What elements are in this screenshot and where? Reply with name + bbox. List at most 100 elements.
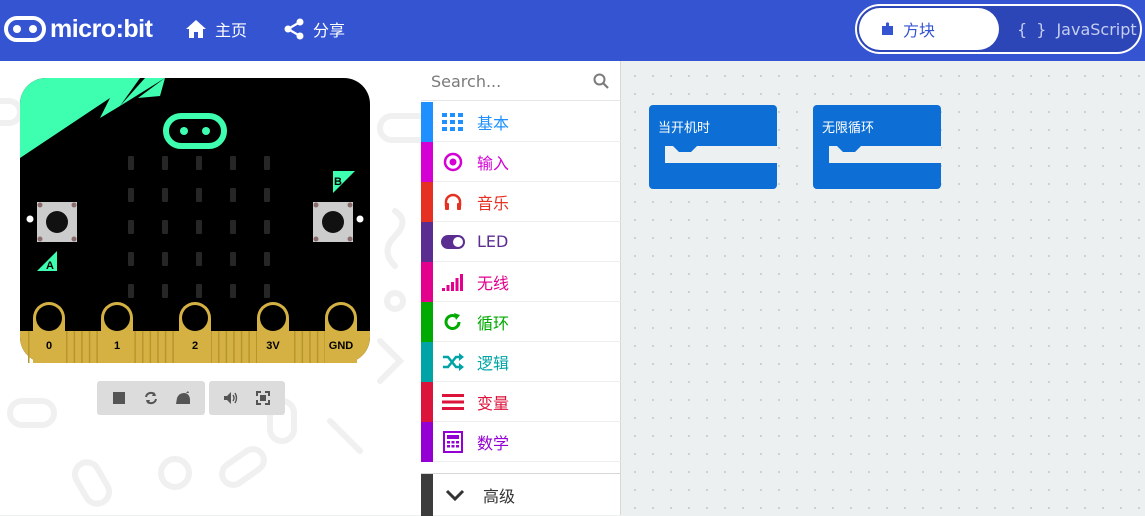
top-menu-bar: micro:bit 主页 分享 方块 { } JavaScript xyxy=(0,0,1145,61)
led-pixel xyxy=(264,252,270,266)
led-pixel xyxy=(128,284,134,298)
logo-text: micro:bit xyxy=(50,14,153,43)
pin-label: 2 xyxy=(192,340,198,352)
restart-button[interactable] xyxy=(135,381,167,415)
led-pixel xyxy=(196,252,202,266)
category-loops[interactable]: 循环 xyxy=(421,301,621,342)
led-pixel xyxy=(162,220,168,234)
search-icon[interactable] xyxy=(593,73,609,89)
pin-label: GND xyxy=(329,340,354,352)
lines-icon xyxy=(441,390,465,414)
shuffle-icon xyxy=(441,350,465,374)
category-label: 输入 xyxy=(477,153,510,173)
category-input[interactable]: 输入 xyxy=(421,141,621,182)
led-pixel xyxy=(230,284,236,298)
slow-motion-icon xyxy=(176,391,190,404)
led-pixel xyxy=(128,188,134,202)
category-label: 无线 xyxy=(477,273,510,293)
toggle-icon xyxy=(441,230,465,254)
pin-label: 3V xyxy=(266,340,280,352)
led-pixel xyxy=(162,284,168,298)
home-button[interactable]: 主页 xyxy=(185,17,247,41)
category-music[interactable]: 音乐 xyxy=(421,181,621,222)
category-radio[interactable]: 无线 xyxy=(421,261,621,302)
led-pixel xyxy=(128,220,134,234)
category-label: 循环 xyxy=(477,313,510,333)
stop-button[interactable] xyxy=(103,381,135,415)
category-advanced[interactable]: 高级 xyxy=(421,473,621,516)
led-pixel xyxy=(196,188,202,202)
share-label: 分享 xyxy=(313,21,346,40)
category-label: 逻辑 xyxy=(477,353,510,373)
blocks-workspace[interactable]: 当开机时 无限循环 xyxy=(622,61,1145,515)
editor-toggle: 方块 { } JavaScript xyxy=(855,4,1142,54)
forever-block[interactable]: 无限循环 xyxy=(813,105,943,191)
microbit-logo[interactable]: micro:bit xyxy=(4,14,153,44)
fullscreen-icon xyxy=(256,391,270,405)
category-basic[interactable]: 基本 xyxy=(421,101,621,142)
puzzle-icon xyxy=(882,22,893,35)
input-icon xyxy=(441,150,465,174)
simulator-toolbar xyxy=(97,381,285,415)
pin-label: 0 xyxy=(46,340,52,352)
category-label: 变量 xyxy=(477,393,510,413)
pin-gnd[interactable]: GND xyxy=(325,302,357,363)
led-pixel xyxy=(162,252,168,266)
pin-label: 1 xyxy=(114,340,120,352)
blocks-editor-button[interactable]: 方块 xyxy=(859,8,999,50)
headphones-icon xyxy=(441,190,465,214)
javascript-editor-button[interactable]: { } JavaScript xyxy=(1017,8,1137,50)
block-label: 无限循环 xyxy=(822,121,875,136)
category-variables[interactable]: 变量 xyxy=(421,381,621,422)
category-logic[interactable]: 逻辑 xyxy=(421,341,621,382)
led-pixel xyxy=(128,252,134,266)
button-a[interactable] xyxy=(37,202,77,242)
led-pixel xyxy=(196,284,202,298)
category-label: 音乐 xyxy=(477,193,510,213)
button-a-label: A xyxy=(46,260,54,272)
chevron-down-icon xyxy=(445,489,465,501)
signal-icon xyxy=(441,270,465,294)
led-pixel xyxy=(230,156,236,170)
slow-motion-button[interactable] xyxy=(167,381,199,415)
share-icon xyxy=(284,18,304,40)
button-b-label: B xyxy=(334,176,342,188)
led-pixel xyxy=(230,252,236,266)
category-math[interactable]: 数学 xyxy=(421,421,621,462)
pin-2[interactable]: 2 xyxy=(179,302,211,363)
pin-0[interactable]: 0 xyxy=(33,302,65,363)
block-label: 当开机时 xyxy=(658,121,711,136)
category-label: 数学 xyxy=(477,433,510,453)
home-icon xyxy=(186,20,206,38)
loop-icon xyxy=(441,310,465,334)
advanced-label: 高级 xyxy=(483,486,516,506)
led-pixel xyxy=(128,156,134,170)
led-pixel xyxy=(264,188,270,202)
search-input[interactable] xyxy=(431,68,591,94)
share-button[interactable]: 分享 xyxy=(283,17,345,41)
braces-icon: { } xyxy=(1017,19,1049,39)
simulator-extra-controls xyxy=(209,381,285,415)
stop-icon xyxy=(113,392,125,404)
grid-icon xyxy=(441,110,465,134)
toolbox-search xyxy=(421,61,621,101)
javascript-label: JavaScript xyxy=(1056,19,1137,39)
category-led[interactable]: LED xyxy=(421,221,621,262)
button-b[interactable] xyxy=(313,202,353,242)
led-pixel xyxy=(264,156,270,170)
pin-1[interactable]: 1 xyxy=(101,302,133,363)
led-pixel xyxy=(196,220,202,234)
microbit-logo-icon xyxy=(4,16,46,42)
mute-button[interactable] xyxy=(215,381,247,415)
microbit-board[interactable]: A B 0 1 2 3V GND xyxy=(20,78,370,363)
led-pixel xyxy=(264,220,270,234)
pin-3v[interactable]: 3V xyxy=(257,302,289,363)
fullscreen-button[interactable] xyxy=(247,381,279,415)
category-label: LED xyxy=(477,232,509,251)
restart-icon xyxy=(145,391,157,405)
led-pixel xyxy=(230,188,236,202)
blocks-label: 方块 xyxy=(903,21,936,40)
led-pixel xyxy=(162,156,168,170)
on-start-block[interactable]: 当开机时 xyxy=(649,105,779,191)
home-label: 主页 xyxy=(215,21,248,40)
